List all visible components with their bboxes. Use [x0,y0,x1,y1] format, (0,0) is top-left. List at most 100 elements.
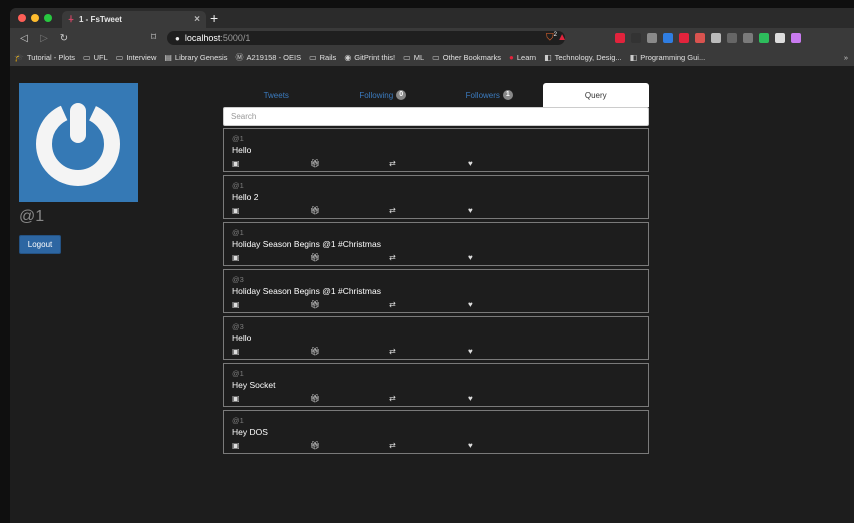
bookmark-1[interactable]: ▭ UFL [83,53,108,62]
gift-icon[interactable]: 🎁︎ [310,160,320,168]
gift-icon[interactable]: 🎁︎ [310,442,320,450]
tweet-author[interactable]: @1 [232,181,640,190]
bookmark-5[interactable]: ▭ Rails [309,53,336,62]
search-input[interactable] [223,107,649,126]
forward-icon[interactable]: ▷ [38,33,50,44]
tab-title: 1 - FsTweet [79,15,122,24]
image-icon[interactable]: ▣ [232,348,240,356]
tweet-text: Holiday Season Begins @1 #Christmas [232,239,381,249]
heart-icon[interactable]: ♥ [468,207,473,215]
bookmark-label: Tutorial - Plots [26,52,76,62]
heart-icon[interactable]: ♥ [468,442,473,450]
browser-toolbar: ◁ ▷ ↻ ⌑ ● localhost :5000/1 ⛉2 ▲ [10,28,854,48]
bookmark-0[interactable]: 🎓 Tutorial - Plots [14,53,75,62]
image-icon[interactable]: ▣ [232,207,240,215]
tab-tweets[interactable]: Tweets [223,83,330,107]
image-icon[interactable]: ▣ [232,254,240,262]
minimize-window-button[interactable] [31,14,39,22]
bookmark-2[interactable]: ▭ Interview [116,53,157,62]
heart-icon[interactable]: ♥ [468,254,473,262]
close-tab-icon[interactable]: × [194,14,200,25]
browser-tab[interactable]: ⍭ 1 - FsTweet × [62,11,206,28]
tweet-author[interactable]: @3 [232,322,640,331]
extension-icon-5[interactable] [695,33,705,43]
heart-icon[interactable]: ♥ [468,301,473,309]
retweet-icon[interactable]: ⇄ [389,160,396,168]
brave-rewards-icon[interactable]: ▲ [557,32,567,43]
extension-icon-10[interactable] [775,33,785,43]
tweet-text: Hey Socket [232,380,276,390]
extension-icon-0[interactable] [615,33,625,43]
image-icon[interactable]: ▣ [232,160,240,168]
image-icon[interactable]: ▣ [232,442,240,450]
retweet-icon[interactable]: ⇄ [389,254,396,262]
bookmark-4[interactable]: Ⓜ A219158 - OEIS [235,52,301,63]
retweet-icon[interactable]: ⇄ [389,207,396,215]
site-info-icon[interactable]: ● [175,34,180,43]
bookmark-7[interactable]: ▭ ML [403,53,424,62]
tab-following[interactable]: Following 0 [330,83,437,107]
browser-window: ⍭ 1 - FsTweet × + ◁ ▷ ↻ ⌑ ● localhost :5… [10,8,854,523]
image-icon[interactable]: ▣ [232,395,240,403]
logout-button[interactable]: Logout [19,235,61,254]
bookmark-label: Interview [126,52,157,62]
tab-query[interactable]: Query [542,83,649,107]
heart-icon[interactable]: ♥ [468,160,473,168]
gift-icon[interactable]: 🎁︎ [310,207,320,215]
address-bar[interactable]: ● localhost :5000/1 ⛉2 ▲ [167,31,567,45]
bookmark-10[interactable]: ◧ Technology, Desig... [544,53,622,62]
brave-shields-icon[interactable]: ⛉2 [546,32,557,43]
bookmark-6[interactable]: ◉ GitPrint this! [344,53,395,62]
extension-icon-9[interactable] [759,33,769,43]
gift-icon[interactable]: 🎁︎ [310,348,320,356]
extension-icon-8[interactable] [743,33,753,43]
bookmark-label: ML [413,52,425,62]
gift-icon[interactable]: 🎁︎ [310,395,320,403]
image-icon[interactable]: ▣ [232,301,240,309]
new-tab-button[interactable]: + [210,10,218,26]
bookmark-icon[interactable]: ⌑ [151,32,156,43]
title-bar: ⍭ 1 - FsTweet × + [10,8,854,28]
bookmark-label: UFL [93,52,108,62]
extension-icon-3[interactable] [663,33,673,43]
extension-icon-1[interactable] [631,33,641,43]
tweet-author[interactable]: @1 [232,134,640,143]
bookmark-11[interactable]: ◧ Programming Gui... [630,53,706,62]
heart-icon[interactable]: ♥ [468,348,473,356]
retweet-icon[interactable]: ⇄ [389,348,396,356]
tweet-author[interactable]: @3 [232,275,640,284]
bookmark-3[interactable]: ▤ Library Genesis [164,53,227,62]
extension-icon-11[interactable] [791,33,801,43]
retweet-icon[interactable]: ⇄ [389,442,396,450]
extension-icon-2[interactable] [647,33,657,43]
retweet-icon[interactable]: ⇄ [389,395,396,403]
extension-icon-7[interactable] [727,33,737,43]
bookmarks-overflow-button[interactable]: » [844,53,848,62]
site-icon: ◧ [629,52,638,62]
maximize-window-button[interactable] [44,14,52,22]
tweet-author[interactable]: @1 [232,416,640,425]
bookmark-8[interactable]: ▭ Other Bookmarks [432,53,501,62]
gift-icon[interactable]: 🎁︎ [310,301,320,309]
tweet-author[interactable]: @1 [232,369,640,378]
fstweet-favicon-icon: ⍭ [68,14,74,25]
tweet-item: @3 Holiday Season Begins @1 #Christmas ▣ 🎁︎… [223,269,649,313]
profile-tabs: Tweets Following 0 Followers 1 Query [223,83,649,107]
reload-icon[interactable]: ↻ [58,33,70,44]
extension-icon-6[interactable] [711,33,721,43]
url-path: :5000/1 [220,33,251,43]
power-logo-icon [35,101,121,187]
extension-icon-4[interactable] [679,33,689,43]
tab-followers[interactable]: Followers 1 [436,83,543,107]
bookmark-9[interactable]: ● Learn [509,53,536,62]
heart-icon[interactable]: ♥ [468,395,473,403]
tweet-text: Holiday Season Begins @1 #Christmas [232,286,381,296]
retweet-icon[interactable]: ⇄ [389,301,396,309]
gift-icon[interactable]: 🎁︎ [310,254,320,262]
tweet-text: Hello [232,333,252,343]
tab-label: Query [584,90,607,100]
close-window-button[interactable] [18,14,26,22]
back-icon[interactable]: ◁ [18,33,30,44]
tweet-author[interactable]: @1 [232,228,640,237]
folder-icon: ▭ [309,52,317,62]
